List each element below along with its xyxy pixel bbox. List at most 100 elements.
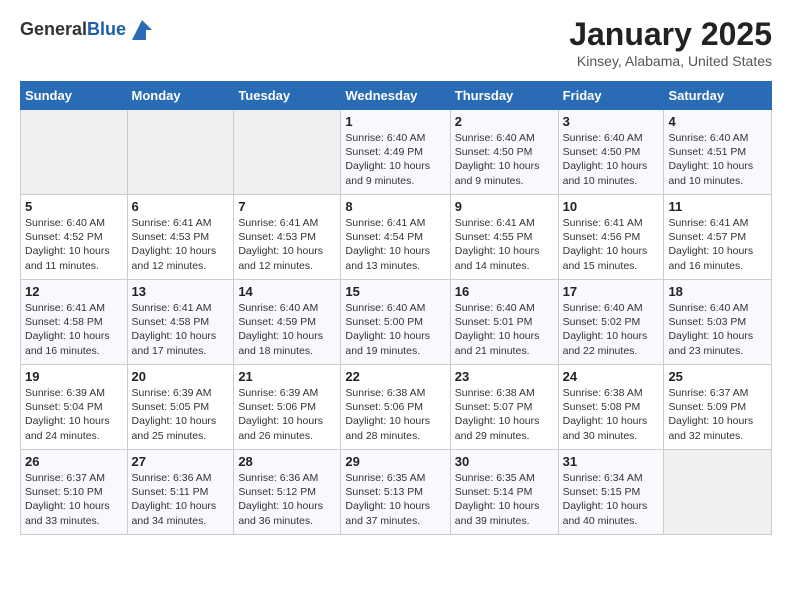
day-info: Sunrise: 6:35 AM Sunset: 5:14 PM Dayligh… xyxy=(455,471,554,528)
month-title: January 2025 xyxy=(569,16,772,53)
logo-blue-text: Blue xyxy=(87,19,126,39)
day-info: Sunrise: 6:38 AM Sunset: 5:06 PM Dayligh… xyxy=(345,386,445,443)
day-of-week-header: Thursday xyxy=(450,82,558,110)
day-info: Sunrise: 6:40 AM Sunset: 4:49 PM Dayligh… xyxy=(345,131,445,188)
day-info: Sunrise: 6:35 AM Sunset: 5:13 PM Dayligh… xyxy=(345,471,445,528)
day-number: 2 xyxy=(455,114,554,129)
day-number: 13 xyxy=(132,284,230,299)
day-info: Sunrise: 6:40 AM Sunset: 4:59 PM Dayligh… xyxy=(238,301,336,358)
day-number: 20 xyxy=(132,369,230,384)
day-info: Sunrise: 6:41 AM Sunset: 4:53 PM Dayligh… xyxy=(132,216,230,273)
day-number: 29 xyxy=(345,454,445,469)
location: Kinsey, Alabama, United States xyxy=(569,53,772,69)
day-number: 26 xyxy=(25,454,123,469)
day-info: Sunrise: 6:36 AM Sunset: 5:11 PM Dayligh… xyxy=(132,471,230,528)
day-number: 15 xyxy=(345,284,445,299)
calendar-day-cell: 13 Sunrise: 6:41 AM Sunset: 4:58 PM Dayli… xyxy=(127,280,234,365)
calendar-day-cell: 4 Sunrise: 6:40 AM Sunset: 4:51 PM Daylig… xyxy=(664,110,772,195)
calendar-day-cell: 15 Sunrise: 6:40 AM Sunset: 5:00 PM Dayli… xyxy=(341,280,450,365)
day-info: Sunrise: 6:41 AM Sunset: 4:53 PM Dayligh… xyxy=(238,216,336,273)
calendar-day-cell: 7Sunrise: 6:41 AM Sunset: 4:53 PM Daylig… xyxy=(234,195,341,280)
calendar-day-cell: 1 Sunrise: 6:40 AM Sunset: 4:49 PM Daylig… xyxy=(341,110,450,195)
day-number: 16 xyxy=(455,284,554,299)
day-info: Sunrise: 6:41 AM Sunset: 4:54 PM Dayligh… xyxy=(345,216,445,273)
day-info: Sunrise: 6:37 AM Sunset: 5:09 PM Dayligh… xyxy=(668,386,767,443)
calendar-week-row: 26 Sunrise: 6:37 AM Sunset: 5:10 PM Dayli… xyxy=(21,450,772,535)
calendar-day-cell: 10 Sunrise: 6:41 AM Sunset: 4:56 PM Dayli… xyxy=(558,195,664,280)
day-of-week-header: Monday xyxy=(127,82,234,110)
calendar-day-cell: 22Sunrise: 6:38 AM Sunset: 5:06 PM Dayli… xyxy=(341,365,450,450)
calendar-day-cell xyxy=(21,110,128,195)
calendar-day-cell: 14 Sunrise: 6:40 AM Sunset: 4:59 PM Dayli… xyxy=(234,280,341,365)
day-number: 27 xyxy=(132,454,230,469)
day-number: 9 xyxy=(455,199,554,214)
calendar-day-cell: 24Sunrise: 6:38 AM Sunset: 5:08 PM Dayli… xyxy=(558,365,664,450)
day-info: Sunrise: 6:36 AM Sunset: 5:12 PM Dayligh… xyxy=(238,471,336,528)
day-number: 21 xyxy=(238,369,336,384)
day-number: 28 xyxy=(238,454,336,469)
calendar-day-cell: 21 Sunrise: 6:39 AM Sunset: 5:06 PM Dayli… xyxy=(234,365,341,450)
day-number: 1 xyxy=(345,114,445,129)
day-info: Sunrise: 6:39 AM Sunset: 5:05 PM Dayligh… xyxy=(132,386,230,443)
day-info: Sunrise: 6:40 AM Sunset: 4:50 PM Dayligh… xyxy=(563,131,660,188)
calendar-day-cell: 26 Sunrise: 6:37 AM Sunset: 5:10 PM Dayli… xyxy=(21,450,128,535)
day-info: Sunrise: 6:34 AM Sunset: 5:15 PM Dayligh… xyxy=(563,471,660,528)
calendar-week-row: 19 Sunrise: 6:39 AM Sunset: 5:04 PM Dayli… xyxy=(21,365,772,450)
calendar-day-cell: 25 Sunrise: 6:37 AM Sunset: 5:09 PM Dayli… xyxy=(664,365,772,450)
day-number: 17 xyxy=(563,284,660,299)
day-info: Sunrise: 6:41 AM Sunset: 4:56 PM Dayligh… xyxy=(563,216,660,273)
day-info: Sunrise: 6:40 AM Sunset: 5:00 PM Dayligh… xyxy=(345,301,445,358)
day-info: Sunrise: 6:37 AM Sunset: 5:10 PM Dayligh… xyxy=(25,471,123,528)
calendar-day-cell: 5 Sunrise: 6:40 AM Sunset: 4:52 PM Daylig… xyxy=(21,195,128,280)
calendar-day-cell: 28 Sunrise: 6:36 AM Sunset: 5:12 PM Dayli… xyxy=(234,450,341,535)
calendar-day-cell: 3 Sunrise: 6:40 AM Sunset: 4:50 PM Daylig… xyxy=(558,110,664,195)
calendar-day-cell xyxy=(234,110,341,195)
calendar-day-cell: 23Sunrise: 6:38 AM Sunset: 5:07 PM Dayli… xyxy=(450,365,558,450)
day-info: Sunrise: 6:40 AM Sunset: 4:52 PM Dayligh… xyxy=(25,216,123,273)
calendar-day-cell: 18Sunrise: 6:40 AM Sunset: 5:03 PM Dayli… xyxy=(664,280,772,365)
day-number: 31 xyxy=(563,454,660,469)
header: GeneralBlue January 2025 Kinsey, Alabama… xyxy=(20,16,772,69)
day-number: 18 xyxy=(668,284,767,299)
title-block: January 2025 Kinsey, Alabama, United Sta… xyxy=(569,16,772,69)
day-of-week-header: Tuesday xyxy=(234,82,341,110)
calendar-day-cell: 6 Sunrise: 6:41 AM Sunset: 4:53 PM Daylig… xyxy=(127,195,234,280)
day-info: Sunrise: 6:40 AM Sunset: 4:50 PM Dayligh… xyxy=(455,131,554,188)
day-of-week-header: Saturday xyxy=(664,82,772,110)
day-of-week-header: Wednesday xyxy=(341,82,450,110)
day-info: Sunrise: 6:39 AM Sunset: 5:06 PM Dayligh… xyxy=(238,386,336,443)
day-number: 25 xyxy=(668,369,767,384)
day-info: Sunrise: 6:41 AM Sunset: 4:58 PM Dayligh… xyxy=(132,301,230,358)
day-info: Sunrise: 6:39 AM Sunset: 5:04 PM Dayligh… xyxy=(25,386,123,443)
calendar-day-cell: 12 Sunrise: 6:41 AM Sunset: 4:58 PM Dayli… xyxy=(21,280,128,365)
day-number: 30 xyxy=(455,454,554,469)
calendar-day-cell: 29 Sunrise: 6:35 AM Sunset: 5:13 PM Dayli… xyxy=(341,450,450,535)
day-number: 14 xyxy=(238,284,336,299)
calendar-day-cell xyxy=(127,110,234,195)
logo-text: GeneralBlue xyxy=(20,19,126,41)
calendar-table: SundayMondayTuesdayWednesdayThursdayFrid… xyxy=(20,81,772,535)
header-row: SundayMondayTuesdayWednesdayThursdayFrid… xyxy=(21,82,772,110)
day-number: 23 xyxy=(455,369,554,384)
calendar-day-cell: 8Sunrise: 6:41 AM Sunset: 4:54 PM Daylig… xyxy=(341,195,450,280)
calendar-day-cell: 16Sunrise: 6:40 AM Sunset: 5:01 PM Dayli… xyxy=(450,280,558,365)
day-number: 10 xyxy=(563,199,660,214)
day-info: Sunrise: 6:40 AM Sunset: 4:51 PM Dayligh… xyxy=(668,131,767,188)
day-number: 4 xyxy=(668,114,767,129)
day-number: 19 xyxy=(25,369,123,384)
day-number: 3 xyxy=(563,114,660,129)
calendar-day-cell xyxy=(664,450,772,535)
day-of-week-header: Friday xyxy=(558,82,664,110)
day-info: Sunrise: 6:41 AM Sunset: 4:58 PM Dayligh… xyxy=(25,301,123,358)
day-number: 5 xyxy=(25,199,123,214)
day-number: 6 xyxy=(132,199,230,214)
calendar-day-cell: 19 Sunrise: 6:39 AM Sunset: 5:04 PM Dayli… xyxy=(21,365,128,450)
calendar-day-cell: 20 Sunrise: 6:39 AM Sunset: 5:05 PM Dayli… xyxy=(127,365,234,450)
calendar-week-row: 12 Sunrise: 6:41 AM Sunset: 4:58 PM Dayli… xyxy=(21,280,772,365)
calendar-day-cell: 31 Sunrise: 6:34 AM Sunset: 5:15 PM Dayli… xyxy=(558,450,664,535)
logo: GeneralBlue xyxy=(20,16,156,44)
day-of-week-header: Sunday xyxy=(21,82,128,110)
day-info: Sunrise: 6:40 AM Sunset: 5:02 PM Dayligh… xyxy=(563,301,660,358)
day-number: 12 xyxy=(25,284,123,299)
calendar-day-cell: 17 Sunrise: 6:40 AM Sunset: 5:02 PM Dayli… xyxy=(558,280,664,365)
